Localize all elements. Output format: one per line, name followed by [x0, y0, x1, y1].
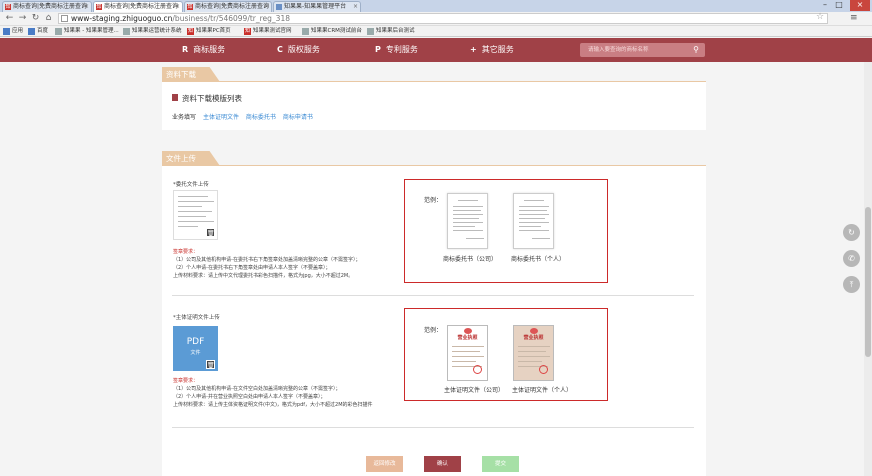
address-bar: ← → ↻ ⌂ www-staging.zhiguoguo.cn/busines…	[0, 12, 872, 26]
browser-tab-1[interactable]: 知商标查询|免费商标注册查询 ×	[2, 1, 92, 12]
submit-button[interactable]: 提交	[482, 456, 519, 472]
example-label: 范例：	[424, 327, 443, 334]
browser-tab-3[interactable]: 知商标查询|免费商标注册查询 ×	[184, 1, 272, 12]
download-template-title: 资料下载模版列表	[172, 93, 242, 104]
example-caption-company: 商标委托书（公司）	[443, 256, 498, 263]
bookmark-zgg-crm[interactable]: 知果果CRM测试前台	[302, 27, 362, 36]
example-label: 范例：	[424, 197, 443, 204]
bookmark-star-icon[interactable]: ☆	[816, 12, 824, 22]
browser-menu-icon[interactable]: ≡	[850, 13, 858, 23]
apps-grid-icon	[3, 28, 10, 35]
back-arrow-icon[interactable]: ←	[4, 13, 15, 24]
attorney-upload-label: *委托文件上传	[173, 182, 209, 188]
zhi-icon: 知	[5, 4, 11, 10]
bookmark-zgg-pc[interactable]: 知知果果PC首页	[187, 27, 231, 36]
trademark-icon: R	[182, 45, 189, 54]
bookmark-baidu[interactable]: 百度	[28, 27, 48, 36]
zhi-icon: 知	[96, 4, 102, 10]
bookmarks-bar: 应用 百度 知果果 - 知果果管理... 知果果运营统计系统 知知果果PC首页 …	[0, 26, 872, 37]
nav-copyright[interactable]: C 版权服务	[277, 38, 320, 62]
download-link-identity[interactable]: 主体证明文件	[203, 114, 239, 121]
close-icon[interactable]: ×	[175, 2, 180, 12]
browser-tab-4[interactable]: 知果果-知果果管理平台 ×	[273, 1, 361, 12]
example-caption-company: 主体证明文件（公司）	[444, 387, 505, 394]
nav-patent[interactable]: P 专利服务	[375, 38, 418, 62]
section-divider	[172, 295, 694, 296]
minimize-icon[interactable]: –	[818, 0, 832, 11]
bookmark-apps[interactable]: 应用	[3, 27, 23, 36]
close-icon[interactable]: ×	[84, 2, 89, 12]
download-card	[162, 82, 706, 130]
maximize-icon[interactable]: □	[832, 0, 846, 11]
site-nav: R 商标服务 C 版权服务 P 专利服务 + 其它服务 请输入要查询的商标名称 ⚲	[0, 38, 872, 62]
document-icon	[172, 94, 178, 101]
example-caption-personal: 主体证明文件（个人）	[512, 387, 573, 394]
bookmark-zgg-admin[interactable]: 知果果 - 知果果管理...	[55, 27, 119, 36]
close-icon[interactable]: ×	[264, 2, 269, 12]
license-sample-company: 营业执照	[447, 325, 488, 381]
patent-icon: P	[375, 45, 381, 54]
attorney-sample-company	[447, 193, 488, 249]
home-icon[interactable]: ⌂	[43, 13, 54, 24]
trash-icon[interactable]: 🗑	[206, 228, 215, 237]
forward-arrow-icon[interactable]: →	[17, 13, 28, 24]
attorney-sample-personal	[513, 193, 554, 249]
page-icon	[123, 28, 130, 35]
url-host: www-staging.zhiguoguo.cn	[71, 14, 173, 23]
nav-other[interactable]: + 其它服务	[470, 38, 514, 62]
identity-upload-label: *主体证明文件上传	[173, 315, 220, 321]
zhi-icon: 知	[187, 4, 193, 10]
bookmark-zgg-test[interactable]: 知知果果测试官网	[244, 27, 292, 36]
plus-icon: +	[470, 45, 477, 54]
download-link-application[interactable]: 商标申请书	[283, 114, 313, 121]
trash-icon[interactable]: 🗑	[206, 360, 215, 369]
identity-example-box	[404, 308, 608, 401]
page-icon	[367, 28, 374, 35]
window-close-icon[interactable]: ×	[850, 0, 870, 11]
close-icon[interactable]: ×	[353, 2, 358, 12]
scrollbar-thumb[interactable]	[865, 207, 871, 357]
page-icon	[55, 28, 62, 35]
confirm-button[interactable]: 确认	[424, 456, 461, 472]
pdf-file-type: PDF	[186, 337, 205, 347]
trademark-search-input[interactable]: 请输入要查询的商标名称 ⚲	[580, 43, 705, 57]
reload-icon[interactable]: ↻	[30, 13, 41, 24]
bookmark-zgg-stats[interactable]: 知果果运营统计系统	[123, 27, 182, 36]
zhi-icon: 知	[187, 28, 194, 35]
pdf-file-caption: 文件	[190, 350, 201, 356]
download-link-attorney[interactable]: 商标委托书	[246, 114, 276, 121]
browser-tab-strip: 知商标查询|免费商标注册查询 × 知商标查询|免费商标注册查询 × 知商标查询|免费…	[0, 0, 872, 12]
search-icon[interactable]: ⚲	[693, 43, 699, 57]
section-divider	[172, 427, 694, 428]
attorney-requirements: 签章要求： （1）公司及其他机构申请-在委托书右下角签章处加盖清晰完整的公章（不…	[173, 249, 361, 279]
page-icon	[276, 4, 282, 10]
license-sample-personal: 营业执照	[513, 325, 554, 381]
example-caption-personal: 商标委托书（个人）	[511, 256, 566, 263]
baidu-icon	[28, 28, 35, 35]
url-path: /business/tr/546099/tr_reg_318	[172, 14, 290, 23]
back-modify-button[interactable]: 返回修改	[366, 456, 403, 472]
phone-icon[interactable]: ✆	[843, 250, 860, 267]
refresh-icon[interactable]: ↻	[843, 224, 860, 241]
page-icon	[302, 28, 309, 35]
page-info-icon	[61, 15, 68, 22]
url-field[interactable]: www-staging.zhiguoguo.cn/business/tr/546…	[58, 13, 828, 24]
identity-requirements: 签章要求： （1）公司及其他机构申请-在文件空白处加盖清晰完整的公章（不需签字）…	[173, 378, 373, 408]
page-scrollbar[interactable]	[864, 62, 872, 476]
nav-trademark[interactable]: R 商标服务	[182, 38, 225, 62]
browser-tab-2[interactable]: 知商标查询|免费商标注册查询 ×	[93, 1, 183, 12]
bookmark-zgg-backend[interactable]: 知果果后台测试	[367, 27, 415, 36]
back-to-top-icon[interactable]: ⤒	[843, 276, 860, 293]
copyright-icon: C	[277, 45, 283, 54]
zhi-icon: 知	[244, 28, 251, 35]
download-links: 业务填写 主体证明文件 商标委托书 商标申请书	[172, 114, 313, 121]
